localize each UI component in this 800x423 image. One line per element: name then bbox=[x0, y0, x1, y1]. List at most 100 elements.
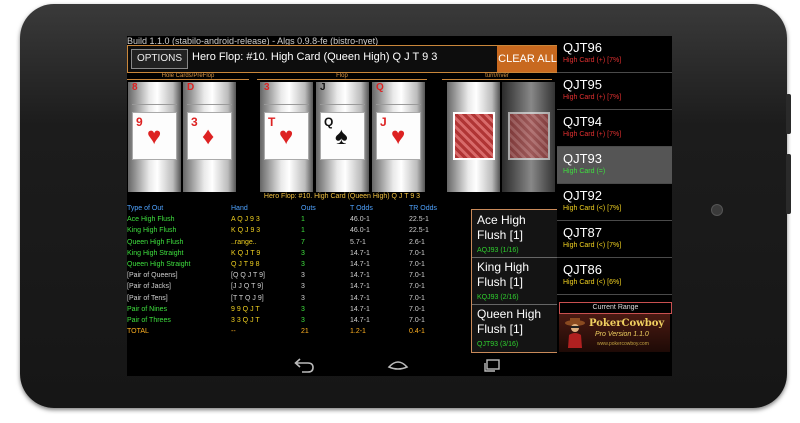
android-nav-bar bbox=[127, 354, 557, 376]
table-row: Queen High Flush ..range.. 7 5.7-1 2.6-1 bbox=[127, 238, 472, 249]
table-body: Ace High Flush A Q J 9 3 1 46.0-1 22.5-1 King… bbox=[127, 215, 472, 338]
out-hand: K Q J 9 3 bbox=[231, 227, 261, 235]
cowboy-icon bbox=[565, 318, 585, 348]
heart-icon: ♥ bbox=[279, 123, 294, 150]
turn-odds: 1.2-1 bbox=[350, 328, 366, 336]
reel-flop-3[interactable]: Q J ♥ bbox=[372, 82, 425, 192]
back-icon[interactable] bbox=[292, 357, 316, 373]
range-hand-rank: High Card (+) [7%] bbox=[563, 94, 622, 101]
heart-icon: ♥ bbox=[147, 123, 162, 150]
recent-apps-icon[interactable] bbox=[480, 357, 504, 373]
turn-odds: 5.7-1 bbox=[350, 238, 366, 246]
toolbar: OPTIONS Hero Flop: #10. High Card (Queen… bbox=[127, 45, 559, 73]
table-row: King High Flush K Q J 9 3 1 46.0-1 22.5-1 bbox=[127, 226, 472, 237]
table-header: Type of Out Hand Outs T Odds TR Odds bbox=[127, 204, 472, 215]
table-row: Pair of Nines 9 9 Q J T 3 14.7-1 7.0-1 bbox=[127, 305, 472, 316]
card-row: D bbox=[187, 82, 232, 105]
out-hand: Q J T 9 8 bbox=[231, 260, 260, 268]
out-detail: AQJ93 (1/16) bbox=[477, 247, 519, 254]
out-count: 3 bbox=[301, 305, 305, 313]
range-hand: QJT87 bbox=[563, 225, 603, 240]
current-range-label: Current Range bbox=[559, 302, 672, 314]
card: 3 ♦ bbox=[187, 112, 232, 160]
outs-table: Type of Out Hand Outs T Odds TR Odds Ace… bbox=[127, 204, 472, 338]
range-item[interactable]: QJT92 High Card (<) [7%] bbox=[557, 184, 672, 221]
turn-odds: 14.7-1 bbox=[350, 260, 370, 268]
turn-odds: 14.7-1 bbox=[350, 272, 370, 280]
out-hand: A Q J 9 3 bbox=[231, 216, 260, 224]
range-item[interactable]: QJT96 High Card (+) [7%] bbox=[557, 36, 672, 73]
reel-river[interactable] bbox=[502, 82, 555, 192]
turn-odds: 14.7-1 bbox=[350, 294, 370, 302]
range-item[interactable]: QJT94 High Card (+) [7%] bbox=[557, 110, 672, 147]
options-button[interactable]: OPTIONS bbox=[131, 49, 188, 69]
home-icon[interactable] bbox=[386, 357, 410, 373]
out-count: 7 bbox=[301, 238, 305, 246]
range-item[interactable]: QJT93 High Card (=) bbox=[557, 147, 672, 184]
column-header: Type of Out bbox=[127, 205, 164, 212]
out-count: 3 bbox=[301, 316, 305, 324]
table-row: Ace High Flush A Q J 9 3 1 46.0-1 22.5-1 bbox=[127, 215, 472, 226]
section-flop: Flop bbox=[257, 73, 427, 80]
out-count: 21 bbox=[301, 328, 309, 336]
logo-version: Pro Version 1.1.0 bbox=[595, 331, 649, 338]
card: Q ♠ bbox=[320, 112, 365, 160]
turn-odds: 14.7-1 bbox=[350, 283, 370, 291]
card-back bbox=[453, 112, 495, 160]
reel-flop-1[interactable]: 3 T ♥ bbox=[260, 82, 313, 192]
card-rank: 3 bbox=[264, 82, 270, 93]
out-type: Queen High Straight bbox=[127, 260, 191, 268]
card-rank: J bbox=[320, 82, 326, 93]
reel-hole-1[interactable]: 8 9 ♥ bbox=[128, 82, 181, 192]
reel-turn[interactable] bbox=[447, 82, 500, 192]
table-row: King High Straight K Q J T 9 3 14.7-1 7.0-1 bbox=[127, 249, 472, 260]
out-count: 3 bbox=[301, 272, 305, 280]
reel-flop-2[interactable]: J Q ♠ bbox=[316, 82, 369, 192]
range-item[interactable]: QJT86 High Card (<) [6%] bbox=[557, 258, 672, 295]
turn-river-odds: 7.0-1 bbox=[409, 316, 425, 324]
card-row: 8 bbox=[132, 82, 177, 105]
list-item[interactable]: King High Flush [1] KQJ93 (2/16) bbox=[472, 257, 558, 305]
section-turn-river: turn/river bbox=[442, 73, 552, 80]
out-count: 3 bbox=[301, 294, 305, 302]
clear-all-button[interactable]: CLEAR ALL bbox=[497, 46, 558, 72]
turn-odds: 14.7-1 bbox=[350, 249, 370, 257]
column-header: Outs bbox=[301, 205, 316, 212]
table-row: TOTAL -- 21 1.2-1 0.4-1 bbox=[127, 327, 472, 338]
range-hand-rank: High Card (<) [7%] bbox=[563, 205, 622, 212]
out-type: [Pair of Queens] bbox=[127, 272, 178, 280]
column-header: TR Odds bbox=[409, 205, 438, 212]
out-hand: 3 3 Q J T bbox=[231, 316, 260, 324]
card-rank: T bbox=[268, 115, 276, 129]
range-item[interactable]: QJT87 High Card (<) [7%] bbox=[557, 221, 672, 258]
out-detail: QJT93 (3/16) bbox=[477, 341, 519, 348]
logo-title: PokerCowboy bbox=[589, 318, 665, 329]
out-hand: K Q J T 9 bbox=[231, 249, 261, 257]
list-item[interactable]: Ace High Flush [1] AQJ93 (1/16) bbox=[472, 210, 558, 258]
card: 9 ♥ bbox=[132, 112, 177, 160]
range-hand-rank: High Card (<) [6%] bbox=[563, 279, 622, 286]
range-hand-rank: High Card (=) bbox=[563, 168, 606, 175]
out-count: 1 bbox=[301, 216, 305, 224]
out-count: 3 bbox=[301, 260, 305, 268]
out-type: Queen High Flush bbox=[127, 238, 184, 246]
out-hand: ..range.. bbox=[231, 238, 257, 246]
range-hand: QJT96 bbox=[563, 40, 603, 55]
reel-hole-2[interactable]: D 3 ♦ bbox=[183, 82, 236, 192]
hand-title: Hero Flop: #10. High Card (Queen High) Q… bbox=[192, 51, 438, 63]
card-row: J bbox=[320, 82, 365, 105]
range-item[interactable]: QJT95 High Card (+) [7%] bbox=[557, 73, 672, 110]
table-row: Pair of Threes 3 3 Q J T 3 14.7-1 7.0-1 bbox=[127, 316, 472, 327]
range-hand-rank: High Card (+) [7%] bbox=[563, 131, 622, 138]
turn-river-odds: 0.4-1 bbox=[409, 328, 425, 336]
range-hand: QJT92 bbox=[563, 188, 603, 203]
turn-odds: 46.0-1 bbox=[350, 227, 370, 235]
range-hand: QJT93 bbox=[563, 151, 603, 166]
list-item[interactable]: Queen High Flush [1] QJT93 (3/16) bbox=[472, 304, 558, 351]
turn-odds: 14.7-1 bbox=[350, 316, 370, 324]
turn-river-odds: 7.0-1 bbox=[409, 294, 425, 302]
out-name: Queen High Flush [1] bbox=[477, 307, 542, 336]
out-count: 1 bbox=[301, 227, 305, 235]
range-hand: QJT95 bbox=[563, 77, 603, 92]
out-name: King High Flush [1] bbox=[477, 260, 530, 289]
